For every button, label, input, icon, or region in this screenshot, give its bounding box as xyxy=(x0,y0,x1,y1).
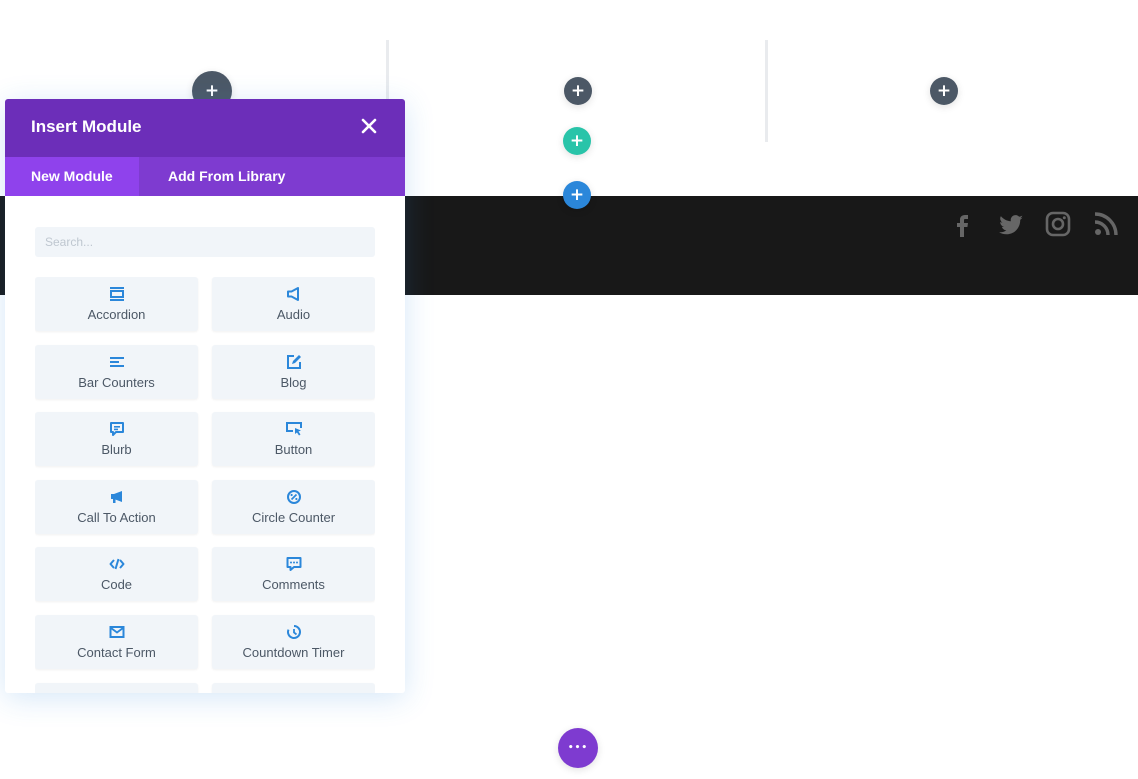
facebook-icon[interactable] xyxy=(948,209,978,239)
twitter-icon[interactable] xyxy=(996,209,1026,239)
column-3-add-module-button[interactable]: + xyxy=(930,77,958,105)
module-audio[interactable]: Audio xyxy=(212,277,375,331)
audio-icon xyxy=(286,287,299,301)
close-icon[interactable] xyxy=(359,116,379,136)
modal-title: Insert Module xyxy=(31,117,142,136)
module-code[interactable]: Code xyxy=(35,547,198,601)
module-label: Blog xyxy=(280,375,307,390)
module-circle-counter[interactable]: Circle Counter xyxy=(212,480,375,534)
page-settings-button[interactable]: ••• xyxy=(558,728,598,768)
module-label: Contact Form xyxy=(77,645,156,660)
module-label: Accordion xyxy=(87,307,146,322)
module-button[interactable]: Button xyxy=(212,412,375,466)
modal-tabs: New Module Add From Library xyxy=(5,157,405,196)
module-label: Comments xyxy=(262,577,325,592)
module-countdown-timer[interactable]: Countdown Timer xyxy=(212,615,375,669)
module-label: Countdown Timer xyxy=(242,645,345,660)
module-call-to-action[interactable]: Call To Action xyxy=(35,480,198,534)
module-label: Circle Counter xyxy=(251,510,336,525)
module-comments[interactable]: Comments xyxy=(212,547,375,601)
modal-header: Insert Module xyxy=(5,99,405,157)
button-icon xyxy=(285,422,302,436)
module-grid: Accordion Audio Bar Counters Blog Blurb … xyxy=(35,277,375,693)
accordion-icon xyxy=(109,287,124,301)
module-blog[interactable]: Blog xyxy=(212,345,375,399)
contact-form-icon xyxy=(109,626,124,638)
add-section-button[interactable]: + xyxy=(563,181,591,209)
blurb-icon xyxy=(109,422,124,436)
bar-counters-icon xyxy=(109,357,124,367)
blog-icon xyxy=(286,355,301,369)
module-label: Blurb xyxy=(101,442,132,457)
call-to-action-icon xyxy=(110,491,122,503)
search-input[interactable] xyxy=(35,227,375,257)
module-contact-form[interactable]: Contact Form xyxy=(35,615,198,669)
module-label: Button xyxy=(274,442,313,457)
tab-add-from-library[interactable]: Add From Library xyxy=(142,157,311,196)
add-row-button[interactable]: + xyxy=(563,127,591,155)
circle-counter-icon xyxy=(286,490,301,504)
rss-icon[interactable] xyxy=(1091,209,1121,239)
module-label: Code xyxy=(100,577,133,592)
module-label: Call To Action xyxy=(77,510,156,525)
module-accordion[interactable]: Accordion xyxy=(35,277,198,331)
insert-module-modal: Insert Module New Module Add From Librar… xyxy=(5,99,405,693)
module-tile-partial[interactable] xyxy=(35,683,198,693)
countdown-timer-icon xyxy=(286,625,301,639)
code-icon xyxy=(109,558,124,570)
column-2-add-module-button[interactable]: + xyxy=(564,77,592,105)
tab-new-module[interactable]: New Module xyxy=(5,157,139,196)
instagram-icon[interactable] xyxy=(1043,209,1073,239)
module-blurb[interactable]: Blurb xyxy=(35,412,198,466)
comments-icon xyxy=(286,557,301,571)
module-tile-partial[interactable] xyxy=(212,683,375,693)
column-divider xyxy=(765,40,768,142)
module-bar-counters[interactable]: Bar Counters xyxy=(35,345,198,399)
module-label: Bar Counters xyxy=(78,375,155,390)
module-label: Audio xyxy=(276,307,311,322)
